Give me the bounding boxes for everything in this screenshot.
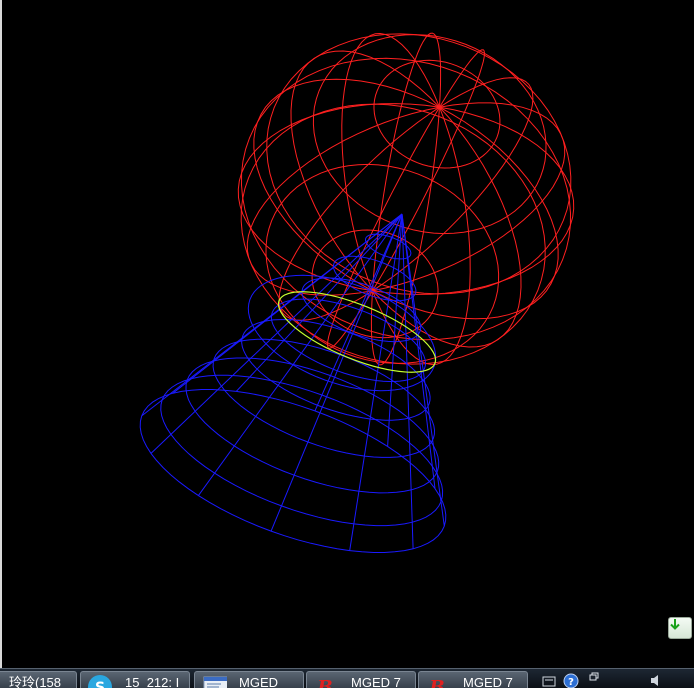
scroll-down-button[interactable] (668, 617, 692, 639)
taskbar-item-label: MGED 7 (463, 675, 513, 688)
sphere-longitude-line (341, 32, 471, 366)
svg-text:B: B (316, 677, 332, 688)
arrow-down-icon (670, 619, 680, 630)
taskbar-item-label: MGED 7 (351, 675, 401, 688)
window-icon (203, 676, 227, 688)
taskbar-item-skype[interactable]: S 15_212: I (80, 671, 190, 688)
wireframe-scene (139, 32, 575, 553)
speaker-icon[interactable] (649, 672, 665, 688)
restore-icon[interactable] (587, 672, 603, 688)
mged-icon: B (316, 677, 332, 688)
system-tray: ? (535, 671, 694, 688)
taskbar-item-mged-7[interactable]: B MGED 7 (306, 671, 416, 688)
sphere-latitude-line (240, 57, 572, 341)
cone-ring (185, 357, 440, 494)
taskbar: 玲玲(158 S 15_212: I MGED B MGED 7 B MGED … (0, 668, 694, 688)
skype-icon: S (88, 675, 112, 688)
cone-generator-line (150, 213, 403, 454)
graphics-viewport[interactable] (0, 0, 694, 668)
cone-ring (139, 389, 447, 553)
sphere-longitude-line (290, 50, 522, 348)
taskbar-item-label: 15_212: I (125, 675, 180, 688)
sphere-latitude-line (373, 59, 501, 169)
taskbar-item-mged-7-second[interactable]: B MGED 7 (418, 671, 528, 688)
help-icon[interactable]: ? (563, 672, 579, 688)
svg-text:?: ? (568, 677, 574, 688)
cone-generator-line (401, 213, 445, 527)
network-icon[interactable] (541, 672, 557, 688)
mged-icon: B (428, 677, 444, 688)
svg-text:B: B (428, 677, 444, 688)
taskbar-item-label: 玲玲(158 (9, 675, 62, 688)
svg-text:S: S (95, 680, 105, 688)
cone-generator-line (197, 213, 403, 496)
taskbar-item-label: MGED (239, 675, 278, 688)
taskbar-item-chat[interactable]: 玲玲(158 (0, 671, 77, 688)
taskbar-item-mged[interactable]: MGED (194, 671, 304, 688)
cone-ring (160, 374, 444, 527)
cone-ring (270, 298, 427, 382)
sphere-wireframe (237, 32, 575, 366)
cone-ring (212, 338, 436, 458)
